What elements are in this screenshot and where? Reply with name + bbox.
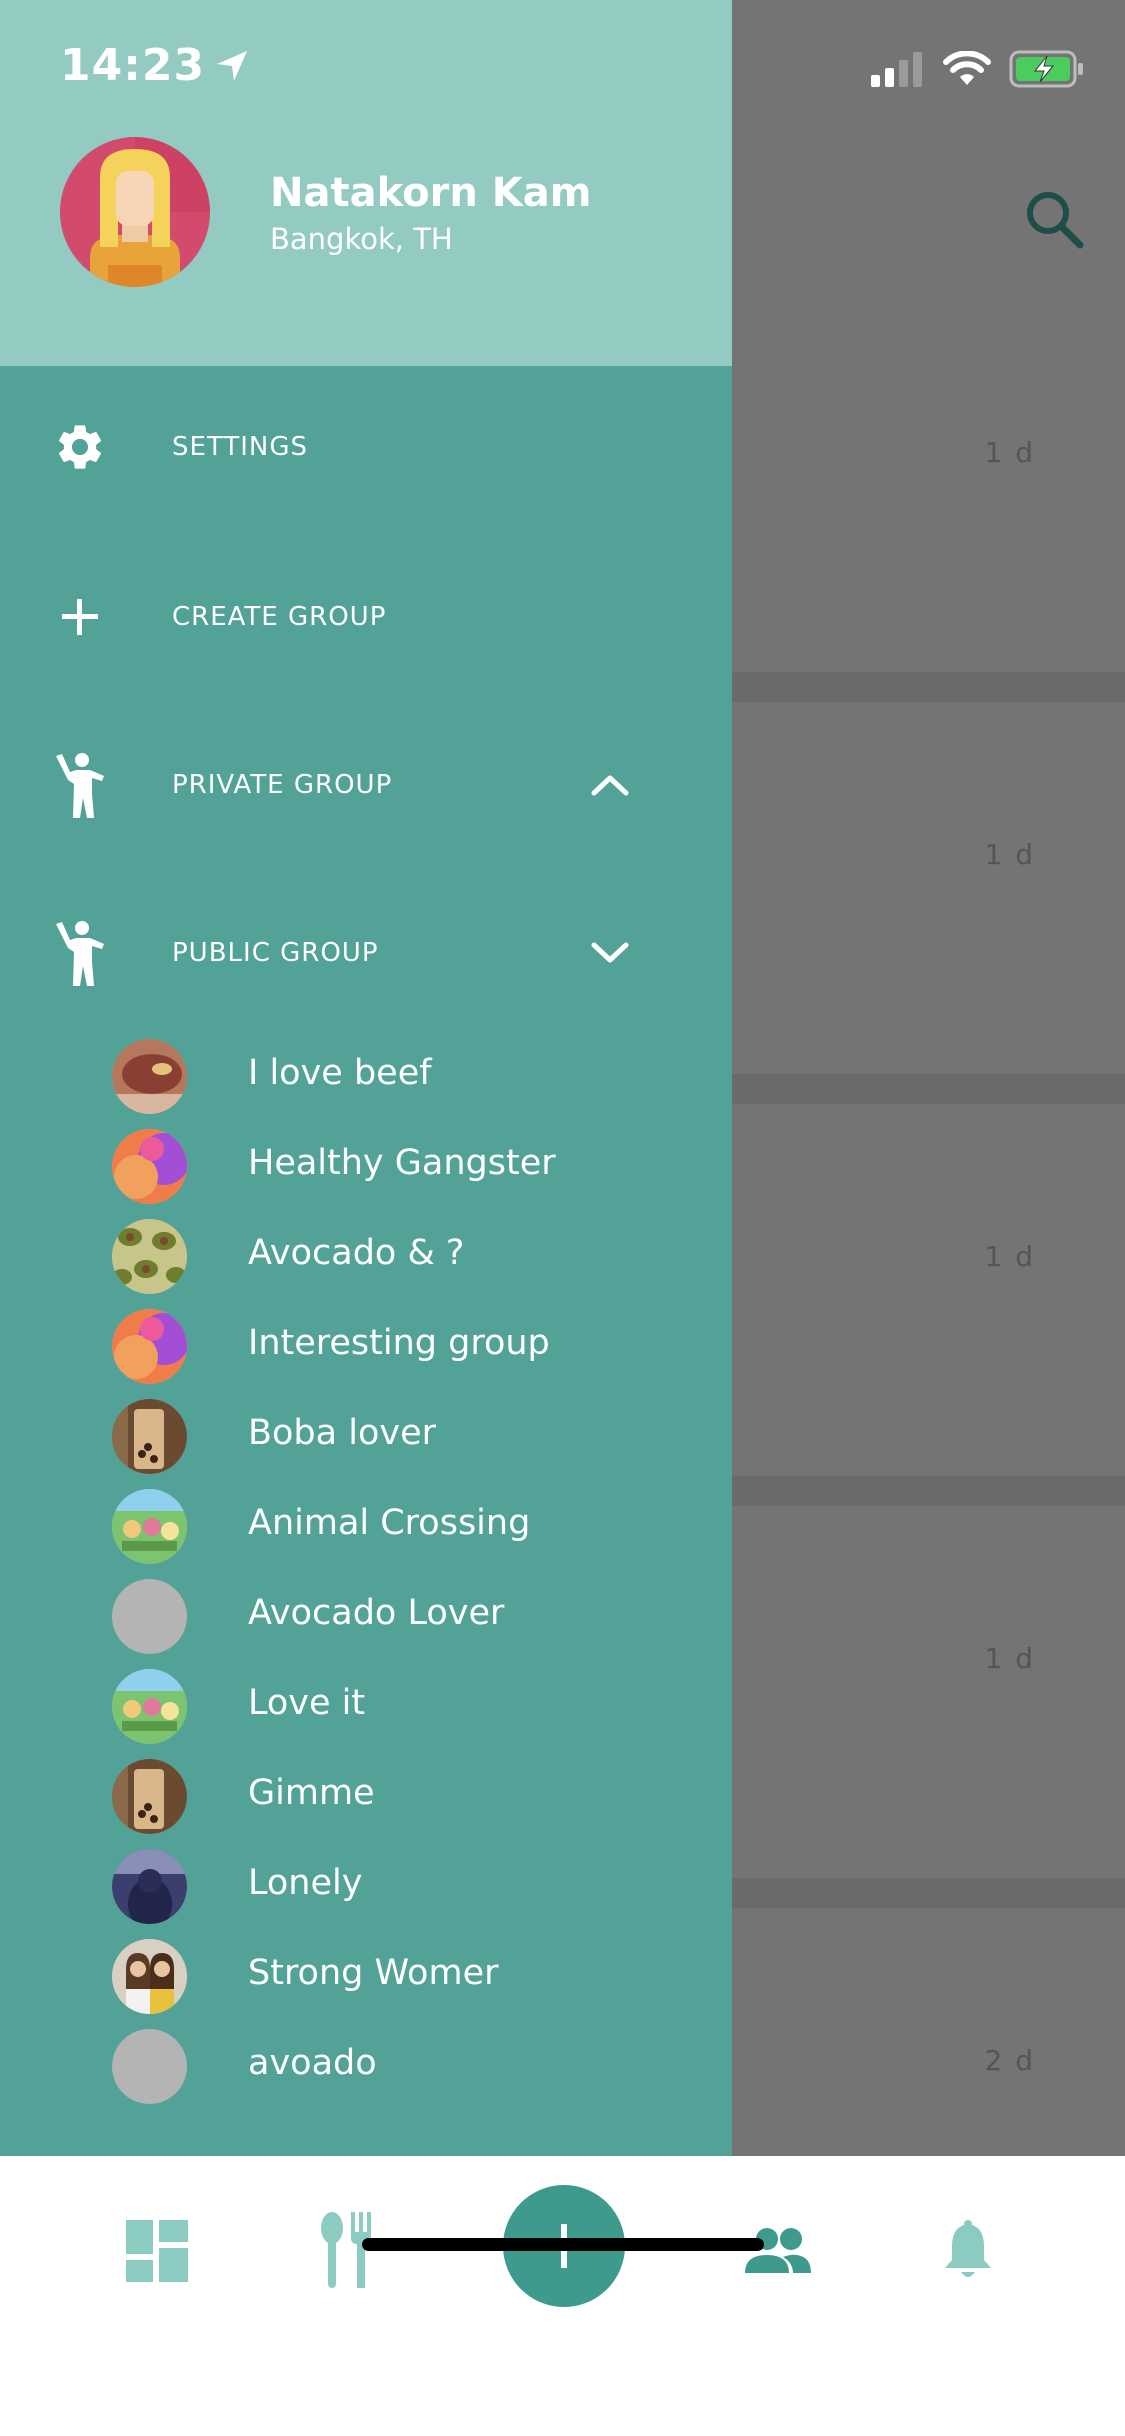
group-label: Interesting group [248, 1323, 550, 1363]
feed-time: 1 d [984, 1240, 1035, 1273]
group-label: Strong Womer [248, 1953, 499, 1993]
menu-item-settings[interactable]: SETTINGS [0, 392, 732, 502]
group-avatar [112, 1039, 187, 1114]
group-item[interactable]: Gimme [0, 1751, 732, 1841]
group-avatar [112, 1219, 187, 1294]
menu-item-public-group[interactable]: PUBLIC GROUP [0, 898, 732, 1008]
group-item[interactable]: Lonely [0, 1841, 732, 1931]
navigation-drawer: 14:23 Natakorn Kam Bangkok, TH SETTINGS … [0, 0, 732, 2156]
group-item[interactable]: Avocado & ? [0, 1211, 732, 1301]
group-label: I love beef [248, 1053, 432, 1093]
group-avatar [112, 1129, 187, 1204]
group-item[interactable]: Interesting group [0, 1301, 732, 1391]
plus-icon [45, 582, 115, 652]
wifi-icon [943, 51, 991, 85]
feed-time: 1 d [984, 1642, 1035, 1675]
group-label: Boba lover [248, 1413, 436, 1453]
group-item[interactable]: I love beef [0, 1031, 732, 1121]
chevron-down-icon[interactable] [585, 928, 635, 978]
menu-item-private-group[interactable]: PRIVATE GROUP [0, 730, 732, 840]
group-avatar [112, 1759, 187, 1834]
group-avatar-placeholder [112, 2029, 187, 2104]
group-item[interactable]: Animal Crossing [0, 1481, 732, 1571]
status-time: 14:23 [60, 40, 249, 91]
location-arrow-icon [217, 50, 248, 81]
feed-time: 1 d [984, 436, 1035, 469]
bottom-tab-bar [0, 2156, 1125, 2436]
group-item[interactable]: Strong Womer [0, 1931, 732, 2021]
group-item[interactable]: Love it [0, 1661, 732, 1751]
cellular-signal-icon [871, 52, 922, 87]
food-icon[interactable] [307, 2211, 387, 2291]
group-avatar [112, 1399, 187, 1474]
status-bar-right [871, 50, 1085, 88]
menu-label-public-group: PUBLIC GROUP [172, 938, 379, 968]
dashboard-icon[interactable] [117, 2211, 197, 2291]
group-label: Love it [248, 1683, 366, 1723]
home-indicator [362, 2238, 764, 2251]
feed-time: 1 d [984, 838, 1035, 871]
group-item[interactable]: Healthy Gangster [0, 1121, 732, 1211]
group-avatar-placeholder [112, 1579, 187, 1654]
chevron-up-icon[interactable] [585, 760, 635, 810]
people-icon[interactable] [738, 2211, 818, 2291]
battery-charging-icon [1009, 50, 1083, 88]
menu-label-private-group: PRIVATE GROUP [172, 770, 393, 800]
person-waving-icon [45, 750, 115, 820]
feed-divider [732, 1878, 1125, 1908]
group-avatar [112, 1489, 187, 1564]
feed-divider [732, 1074, 1125, 1104]
group-label: Animal Crossing [248, 1503, 531, 1543]
group-avatar [112, 1939, 187, 2014]
person-waving-icon [45, 918, 115, 988]
group-label: Avocado & ? [248, 1233, 465, 1273]
feed-divider [732, 1476, 1125, 1506]
search-icon[interactable] [1020, 185, 1090, 255]
bell-icon[interactable] [928, 2211, 1008, 2291]
menu-label-settings: SETTINGS [172, 432, 309, 462]
user-avatar-illustration [60, 137, 210, 287]
group-item[interactable]: avoado [0, 2021, 732, 2111]
group-avatar [112, 1669, 187, 1744]
profile-location: Bangkok, TH [270, 222, 453, 256]
menu-label-create-group: CREATE GROUP [172, 602, 387, 632]
group-label: Avocado Lover [248, 1593, 505, 1633]
feed-divider [732, 672, 1125, 702]
feed-time: 2 d [984, 2044, 1035, 2077]
group-label: Lonely [248, 1863, 363, 1903]
drawer-header: 14:23 Natakorn Kam Bangkok, TH [0, 0, 732, 366]
group-item[interactable]: Boba lover [0, 1391, 732, 1481]
group-label: Gimme [248, 1773, 375, 1813]
profile-avatar[interactable] [60, 137, 210, 287]
group-avatar [112, 1849, 187, 1924]
profile-name[interactable]: Natakorn Kam [270, 170, 591, 216]
menu-item-create-group[interactable]: CREATE GROUP [0, 562, 732, 672]
clock: 14:23 [60, 40, 206, 91]
group-avatar [112, 1309, 187, 1384]
group-item[interactable]: Avocado Lover [0, 1571, 732, 1661]
gear-icon [45, 412, 115, 482]
group-label: avoado [248, 2043, 377, 2083]
group-label: Healthy Gangster [248, 1143, 556, 1183]
